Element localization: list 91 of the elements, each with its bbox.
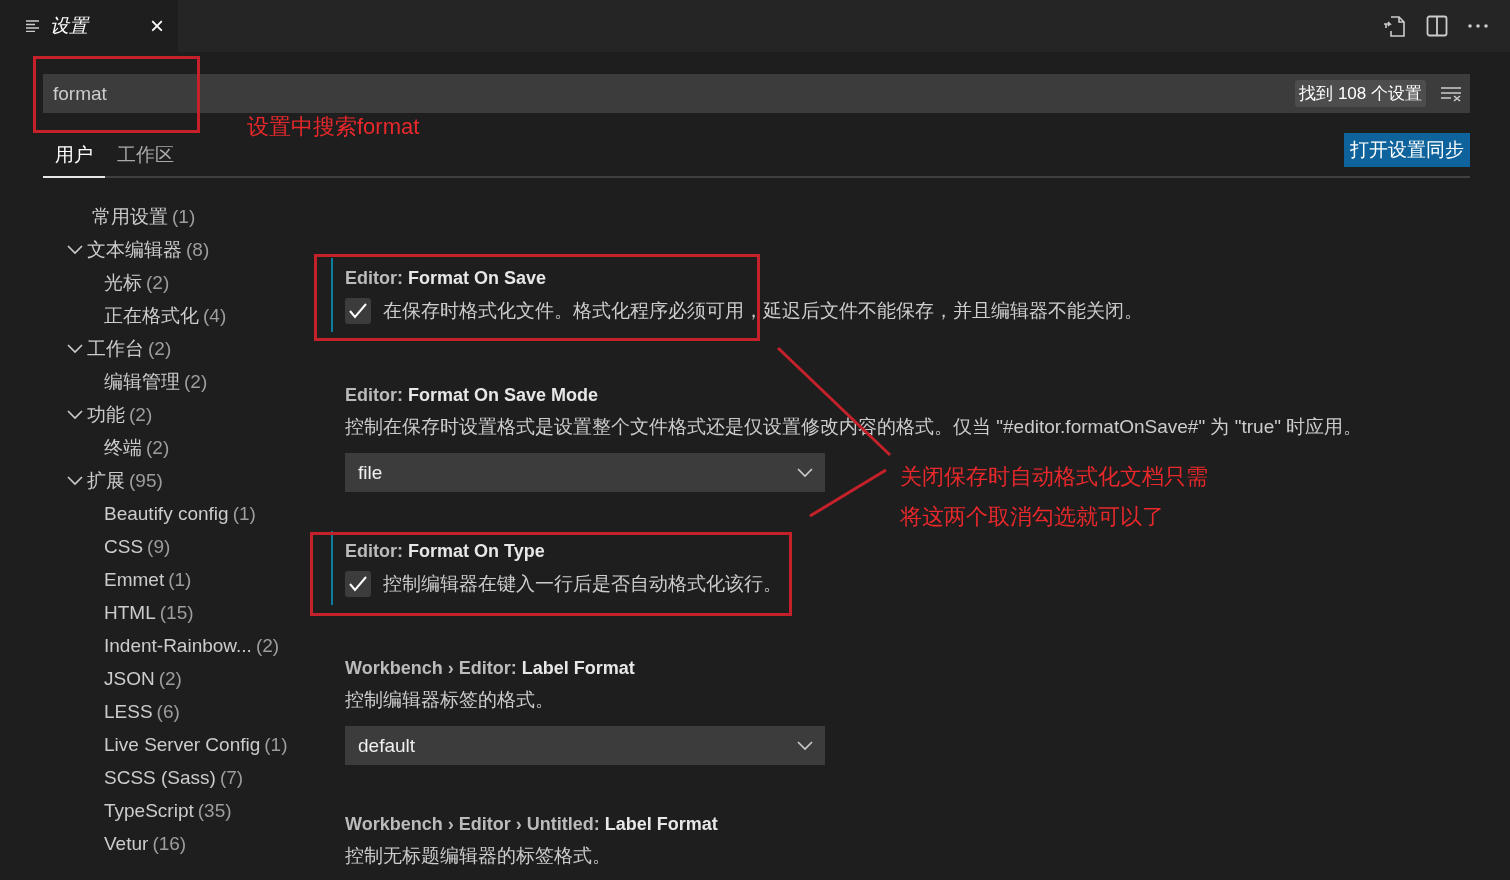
tree-item-label: Beautify config [104, 502, 229, 525]
tree-item-label: 编辑管理 [104, 369, 180, 394]
tree-item-count: (35) [197, 799, 232, 822]
annotation-text: 关闭保存时自动格式化文档只需 [900, 463, 1208, 491]
tree-item-count: (95) [129, 469, 163, 492]
tree-item-label: SCSS (Sass) [104, 766, 216, 789]
tree-item-label: 工作台 [87, 336, 144, 361]
search-field[interactable]: format 找到 108 个设置 [43, 74, 1470, 113]
tree-item[interactable]: CSS (9) [43, 530, 313, 563]
tree-item-count: (1) [168, 568, 192, 591]
setting-title: Editor: Format On Type [345, 540, 546, 563]
annotation-text: 将这两个取消勾选就可以了 [900, 503, 1164, 531]
setting-title: Workbench › Editor › Untitled: Label Format [345, 813, 718, 836]
sync-button[interactable]: 打开设置同步 [1344, 133, 1470, 167]
tree-item[interactable]: 光标 (2) [43, 266, 313, 299]
tree-item-count: (15) [159, 601, 194, 624]
tree-item[interactable]: Emmet (1) [43, 563, 313, 596]
tree-item-label: Live Server Config [104, 733, 261, 756]
tree-item-label: 扩展 [87, 468, 125, 493]
tree-item[interactable]: Vetur (16) [43, 827, 313, 860]
open-file-icon[interactable] [1382, 14, 1406, 38]
tree-item-label: Indent-Rainbow... [104, 634, 252, 657]
tree-item-count: (2) [148, 337, 172, 360]
tree-item[interactable]: 工作台 (2) [43, 332, 313, 365]
tree-item[interactable]: SCSS (Sass) (7) [43, 761, 313, 794]
list-icon [26, 20, 40, 32]
tree-item-count: (8) [186, 238, 210, 261]
select-dropdown[interactable]: file [345, 453, 825, 492]
setting-description: 在保存时格式化文件。格式化程序必须可用，延迟后文件不能保存，并且编辑器不能关闭。 [383, 299, 1143, 323]
tree-item-label: 光标 [104, 270, 142, 295]
tree-item[interactable]: Indent-Rainbow... (2) [43, 629, 313, 662]
tree-item-count: (9) [147, 535, 171, 558]
setting-description: 控制编辑器标签的格式。 [345, 688, 555, 712]
scope-tab[interactable]: 用户 [43, 142, 105, 178]
tree-item-label: LESS [104, 700, 153, 723]
setting-description: 控制无标题编辑器的标签格式。 [345, 844, 612, 868]
tree-item[interactable]: 扩展 (95) [43, 464, 313, 497]
tree-item-label: CSS [104, 535, 144, 558]
tree-item-count: (6) [156, 700, 180, 723]
scope-tab[interactable]: 工作区 [105, 142, 186, 178]
tree-item-label: 正在格式化 [104, 303, 199, 328]
tree-item-count: (1) [264, 733, 288, 756]
tree-item-count: (2) [146, 436, 170, 459]
tree-item-count: (4) [203, 304, 227, 327]
editor-tab[interactable]: 设置 × [0, 0, 178, 52]
result-count: 找到 108 个设置 [1295, 80, 1426, 107]
chevron-icon [797, 740, 813, 751]
tree-item-count: (1) [172, 205, 196, 228]
setting-title: Workbench › Editor: Label Format [345, 657, 636, 680]
tree-item[interactable]: Live Server Config (1) [43, 728, 313, 761]
tree-item[interactable]: HTML (15) [43, 596, 313, 629]
setting-description: 控制编辑器在键入一行后是否自动格式化该行。 [383, 572, 782, 596]
tree-item-count: (16) [152, 832, 187, 855]
tree-item-count: (2) [158, 667, 182, 690]
tree-item-label: 常用设置 [92, 204, 168, 229]
search-input[interactable]: format [51, 81, 1296, 106]
more-icon[interactable] [1468, 24, 1488, 28]
setting-title: Editor: Format On Save Mode [345, 384, 600, 407]
tree-item-label: 终端 [104, 435, 142, 460]
tree-item[interactable]: 终端 (2) [43, 431, 313, 464]
tree-item-label: JSON [104, 667, 155, 690]
tree-item-label: Emmet [104, 568, 165, 591]
tree-item-count: (7) [219, 766, 244, 789]
annotation-text: 设置中搜索format [247, 113, 420, 141]
chevron-icon [797, 467, 813, 478]
tree-item[interactable]: 功能 (2) [43, 398, 313, 431]
split-editor-icon[interactable] [1426, 15, 1448, 37]
clear-filter-icon[interactable] [1440, 85, 1462, 102]
tree-item-count: (1) [232, 502, 256, 525]
tree-item[interactable]: TypeScript (35) [43, 794, 313, 827]
tree-item[interactable]: JSON (2) [43, 662, 313, 695]
tree-item-count: (2) [184, 370, 208, 393]
tree-item-count: (2) [146, 271, 170, 294]
tree-item-label: Vetur [104, 832, 149, 855]
tree-item[interactable]: 常用设置 (1) [43, 200, 313, 233]
tree-item[interactable]: 文本编辑器 (8) [43, 233, 313, 266]
tree-item-count: (2) [255, 634, 280, 657]
tree-item-count: (2) [129, 403, 153, 426]
tree-item-label: TypeScript [104, 799, 194, 822]
close-button[interactable]: × [150, 12, 164, 40]
tree-item[interactable]: 正在格式化 (4) [43, 299, 313, 332]
tree-item[interactable]: LESS (6) [43, 695, 313, 728]
select-dropdown[interactable]: default [345, 726, 825, 765]
tree-item-label: 功能 [87, 402, 125, 427]
tree-item-label: HTML [104, 601, 156, 624]
tree-item-label: 文本编辑器 [87, 237, 182, 262]
checkbox[interactable] [345, 571, 371, 597]
tree-item[interactable]: Beautify config (1) [43, 497, 313, 530]
setting-title: Editor: Format On Save [345, 267, 548, 290]
tree-item[interactable]: 编辑管理 (2) [43, 365, 313, 398]
checkbox[interactable] [345, 298, 371, 324]
